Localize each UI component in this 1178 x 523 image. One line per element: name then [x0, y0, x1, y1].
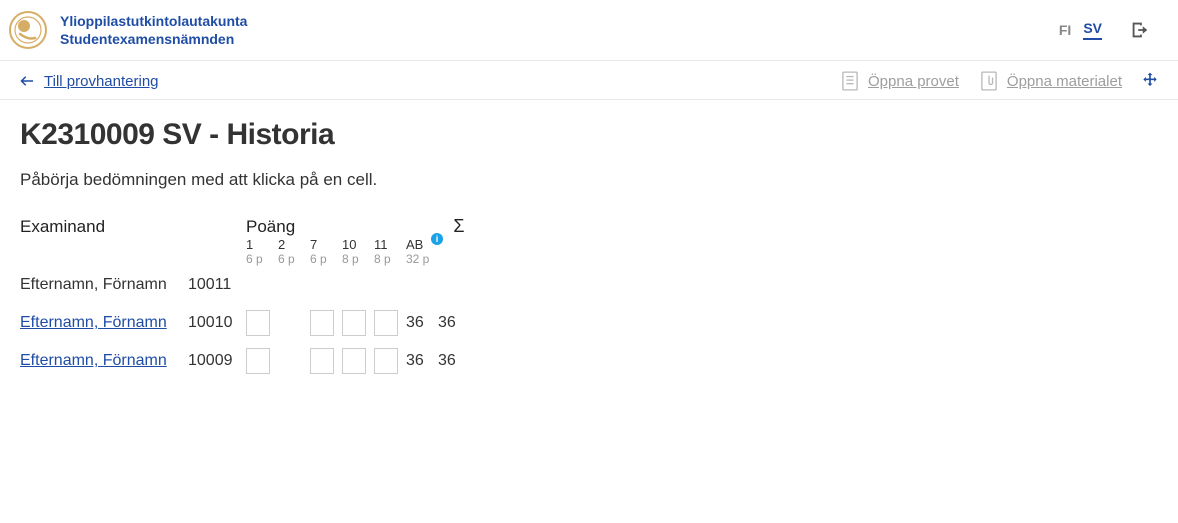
open-material-link[interactable]: Öppna materialet [981, 71, 1122, 91]
move-icon[interactable] [1140, 71, 1160, 91]
score-input[interactable] [342, 348, 366, 374]
score-input[interactable] [310, 310, 334, 336]
q-max-2: 6 p [278, 252, 310, 266]
tool-bar: Till provhantering Öppna provet Öppna ma… [0, 61, 1178, 100]
document-icon [842, 71, 860, 91]
page-title: K2310009 SV - Historia [20, 118, 1158, 152]
table-row: Efternamn, Förnamn 10010 3636 [20, 304, 480, 342]
back-link[interactable]: Till provhantering [18, 72, 159, 90]
open-material-label: Öppna materialet [1007, 73, 1122, 90]
sum-value: 36 [438, 304, 480, 342]
q-max-11: 8 p [374, 252, 406, 266]
table-row: Efternamn, Förnamn 10009 3636 [20, 342, 480, 380]
arrow-left-icon [18, 72, 36, 90]
logout-icon[interactable] [1126, 16, 1154, 44]
org-logo [8, 10, 48, 50]
q-max-1: 6 p [246, 252, 278, 266]
score-input[interactable] [374, 310, 398, 336]
score-cell [310, 342, 342, 380]
q-header-1: 1 [246, 237, 278, 252]
score-cell [310, 304, 342, 342]
top-bar: Ylioppilastutkintolautakunta Studentexam… [0, 0, 1178, 61]
score-cell [246, 266, 278, 304]
score-input[interactable] [246, 348, 270, 374]
student-link[interactable]: Efternamn, Förnamn [20, 352, 167, 369]
score-cell [342, 342, 374, 380]
score-cell [310, 266, 342, 304]
score-input[interactable] [246, 310, 270, 336]
ab-label: AB [406, 237, 423, 252]
table-row: Efternamn, Förnamn10011 [20, 266, 480, 304]
q-header-2: 2 [278, 237, 310, 252]
student-name: Efternamn, Förnamn [20, 342, 188, 380]
sum-value: 36 [438, 342, 480, 380]
q-header-7: 7 [310, 237, 342, 252]
student-link[interactable]: Efternamn, Förnamn [20, 314, 167, 331]
score-cell [278, 304, 310, 342]
ab-value [406, 266, 438, 304]
score-cell [246, 342, 278, 380]
page-subtitle: Påbörja bedömningen med att klicka på en… [20, 170, 1158, 190]
score-input[interactable] [342, 310, 366, 336]
q-max-10: 8 p [342, 252, 374, 266]
q-max-7: 6 p [310, 252, 342, 266]
attachment-icon [981, 71, 999, 91]
score-cell [342, 304, 374, 342]
q-header-10: 10 [342, 237, 374, 252]
ab-value: 36 [406, 304, 438, 342]
score-cell [278, 342, 310, 380]
score-cell [374, 266, 406, 304]
score-cell [246, 304, 278, 342]
student-name: Efternamn, Förnamn [20, 304, 188, 342]
student-id: 10010 [188, 304, 246, 342]
q-header-ab: AB i [406, 237, 438, 252]
score-cell [342, 266, 374, 304]
language-switch: FI SV [1059, 20, 1102, 40]
score-cell [278, 266, 310, 304]
q-header-11: 11 [374, 237, 406, 252]
col-examinand-header: Examinand [20, 216, 188, 237]
score-cell [374, 304, 406, 342]
score-input[interactable] [310, 348, 334, 374]
student-id: 10011 [188, 266, 246, 304]
col-sum-header: Σ [438, 216, 480, 237]
student-id: 10009 [188, 342, 246, 380]
q-max-ab: 32 p [406, 252, 438, 266]
grades-table: Examinand Poäng Σ 1 2 7 10 11 AB i [20, 216, 480, 380]
student-name: Efternamn, Förnamn [20, 266, 188, 304]
open-test-link[interactable]: Öppna provet [842, 71, 959, 91]
back-label: Till provhantering [44, 73, 159, 90]
org-name-fi: Ylioppilastutkintolautakunta [60, 12, 247, 30]
score-cell [374, 342, 406, 380]
ab-value: 36 [406, 342, 438, 380]
lang-fi[interactable]: FI [1059, 22, 1071, 38]
sum-value [438, 266, 480, 304]
lang-sv[interactable]: SV [1083, 20, 1102, 40]
open-test-label: Öppna provet [868, 73, 959, 90]
org-name-sv: Studentexamensnämnden [60, 30, 247, 48]
page-content: K2310009 SV - Historia Påbörja bedömning… [0, 100, 1178, 398]
score-input[interactable] [374, 348, 398, 374]
org-name: Ylioppilastutkintolautakunta Studentexam… [60, 12, 247, 48]
col-points-header: Poäng [246, 216, 438, 237]
